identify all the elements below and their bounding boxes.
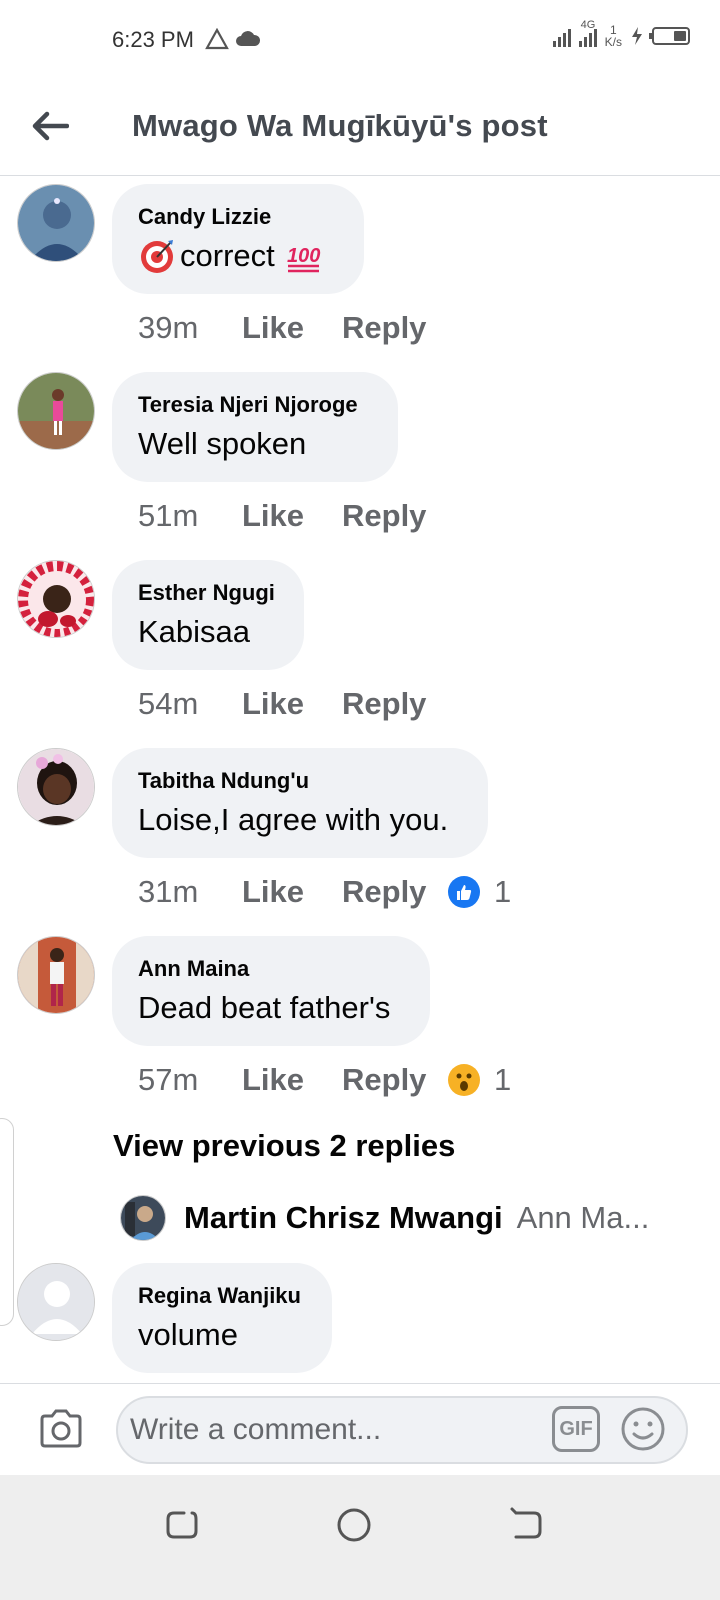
reply-author[interactable]: Martin Chrisz Mwangi xyxy=(184,1200,503,1236)
battery-icon xyxy=(649,27,690,45)
comment-time: 51m xyxy=(138,498,199,533)
system-navigation-bar xyxy=(0,1475,720,1600)
comment-text: Loise,I agree with you. xyxy=(138,802,449,837)
comment-bubble[interactable]: Esther Ngugi Kabisaa xyxy=(112,560,304,670)
signal-icon xyxy=(552,25,571,47)
recent-apps-icon xyxy=(166,1511,198,1539)
comment-time: 54m xyxy=(138,686,199,721)
wow-icon xyxy=(448,1064,480,1096)
hundred-points-emoji-icon: 100 xyxy=(287,245,320,273)
comment-bubble[interactable]: Ann Maina Dead beat father's xyxy=(112,936,430,1046)
side-panel-edge xyxy=(0,1118,14,1326)
comment-composer: GIF xyxy=(0,1383,720,1475)
alert-triangle-icon xyxy=(205,28,229,50)
reply-button[interactable]: Reply xyxy=(342,874,448,910)
avatar[interactable] xyxy=(17,560,95,638)
avatar[interactable] xyxy=(17,184,95,262)
like-button[interactable]: Like xyxy=(242,874,342,910)
reply-preview[interactable]: Martin Chrisz Mwangi Ann Ma... xyxy=(120,1195,649,1241)
reaction-summary[interactable]: 1 xyxy=(448,874,511,910)
comment-author[interactable]: Esther Ngugi xyxy=(138,580,278,606)
cloud-icon xyxy=(236,31,261,46)
reply-button[interactable]: Reply xyxy=(342,310,448,346)
network-speed: 1 K/s xyxy=(604,23,622,49)
reaction-summary[interactable]: 1 xyxy=(448,1062,511,1098)
like-button[interactable]: Like xyxy=(242,310,342,346)
avatar[interactable] xyxy=(17,748,95,826)
home-circle-icon xyxy=(337,1508,371,1542)
reply-button[interactable]: Reply xyxy=(342,686,448,722)
like-button[interactable]: Like xyxy=(242,1062,342,1098)
back-button[interactable] xyxy=(22,98,78,154)
camera-button[interactable] xyxy=(36,1404,86,1454)
person-placeholder-icon xyxy=(18,1264,94,1340)
target-emoji-icon xyxy=(141,240,173,273)
comment-input[interactable] xyxy=(116,1396,688,1464)
default-avatar[interactable] xyxy=(17,1263,95,1341)
home-button[interactable] xyxy=(334,1505,374,1545)
back-nav-button[interactable] xyxy=(506,1505,546,1545)
recent-apps-button[interactable] xyxy=(162,1505,202,1545)
avatar[interactable] xyxy=(17,372,95,450)
page-title: Mwago Wa Mugīkūyū's post xyxy=(132,108,548,143)
emoji-button[interactable] xyxy=(620,1406,666,1452)
comment-bubble[interactable]: Tabitha Ndung'u Loise,I agree with you. xyxy=(112,748,488,858)
arrow-left-icon xyxy=(32,111,69,141)
smiley-icon xyxy=(621,1407,665,1451)
like-button[interactable]: Like xyxy=(242,686,342,722)
status-time: 6:23 PM xyxy=(112,27,194,52)
comment-author[interactable]: Candy Lizzie xyxy=(138,204,338,230)
avatar[interactable] xyxy=(17,936,95,1014)
comment-text: Dead beat father's xyxy=(138,990,391,1025)
like-button[interactable]: Like xyxy=(242,498,342,534)
view-previous-replies-link[interactable]: View previous 2 replies xyxy=(113,1128,455,1164)
comment-text: Kabisaa xyxy=(138,614,251,649)
reply-button[interactable]: Reply xyxy=(342,1062,448,1098)
comment-actions: 51m Like Reply xyxy=(138,498,448,534)
comment-actions: 54m Like Reply xyxy=(138,686,448,722)
avatar[interactable] xyxy=(120,1195,166,1241)
reply-snippet: Ann Ma... xyxy=(516,1200,650,1235)
comment-author[interactable]: Tabitha Ndung'u xyxy=(138,768,462,794)
comment-bubble[interactable]: Regina Wanjiku volume xyxy=(112,1263,332,1373)
network-type-label: 4G xyxy=(580,19,596,31)
comment-text: correct 100 xyxy=(138,236,338,276)
comment-author[interactable]: Teresia Njeri Njoroge xyxy=(138,392,372,418)
comment-author[interactable]: Ann Maina xyxy=(138,956,404,982)
comment-bubble[interactable]: Teresia Njeri Njoroge Well spoken xyxy=(112,372,398,482)
comment-text: volume xyxy=(138,1317,238,1352)
charging-icon xyxy=(632,27,642,45)
reply-button[interactable]: Reply xyxy=(342,498,448,534)
comment-actions: 31m Like Reply 1 xyxy=(138,874,511,910)
comment-author[interactable]: Regina Wanjiku xyxy=(138,1283,306,1309)
camera-icon xyxy=(40,1409,82,1448)
comment-text: Well spoken xyxy=(138,426,307,461)
comment-time: 31m xyxy=(138,874,199,909)
status-bar: 6:23 PM 4G 1 K/s xyxy=(0,0,720,80)
gif-button[interactable]: GIF xyxy=(552,1406,600,1452)
thumbs-up-icon xyxy=(448,876,480,908)
reaction-count: 1 xyxy=(494,1062,512,1097)
comment-actions: 57m Like Reply 1 xyxy=(138,1062,511,1098)
reaction-count: 1 xyxy=(494,874,512,909)
post-header: Mwago Wa Mugīkūyū's post xyxy=(0,80,720,176)
comment-time: 39m xyxy=(138,310,199,345)
svg-text:100: 100 xyxy=(287,245,320,267)
comment-bubble[interactable]: Candy Lizzie correct 100 xyxy=(112,184,364,294)
comment-actions: 39m Like Reply xyxy=(138,310,448,346)
back-nav-icon xyxy=(510,1507,542,1539)
comment-time: 57m xyxy=(138,1062,199,1097)
